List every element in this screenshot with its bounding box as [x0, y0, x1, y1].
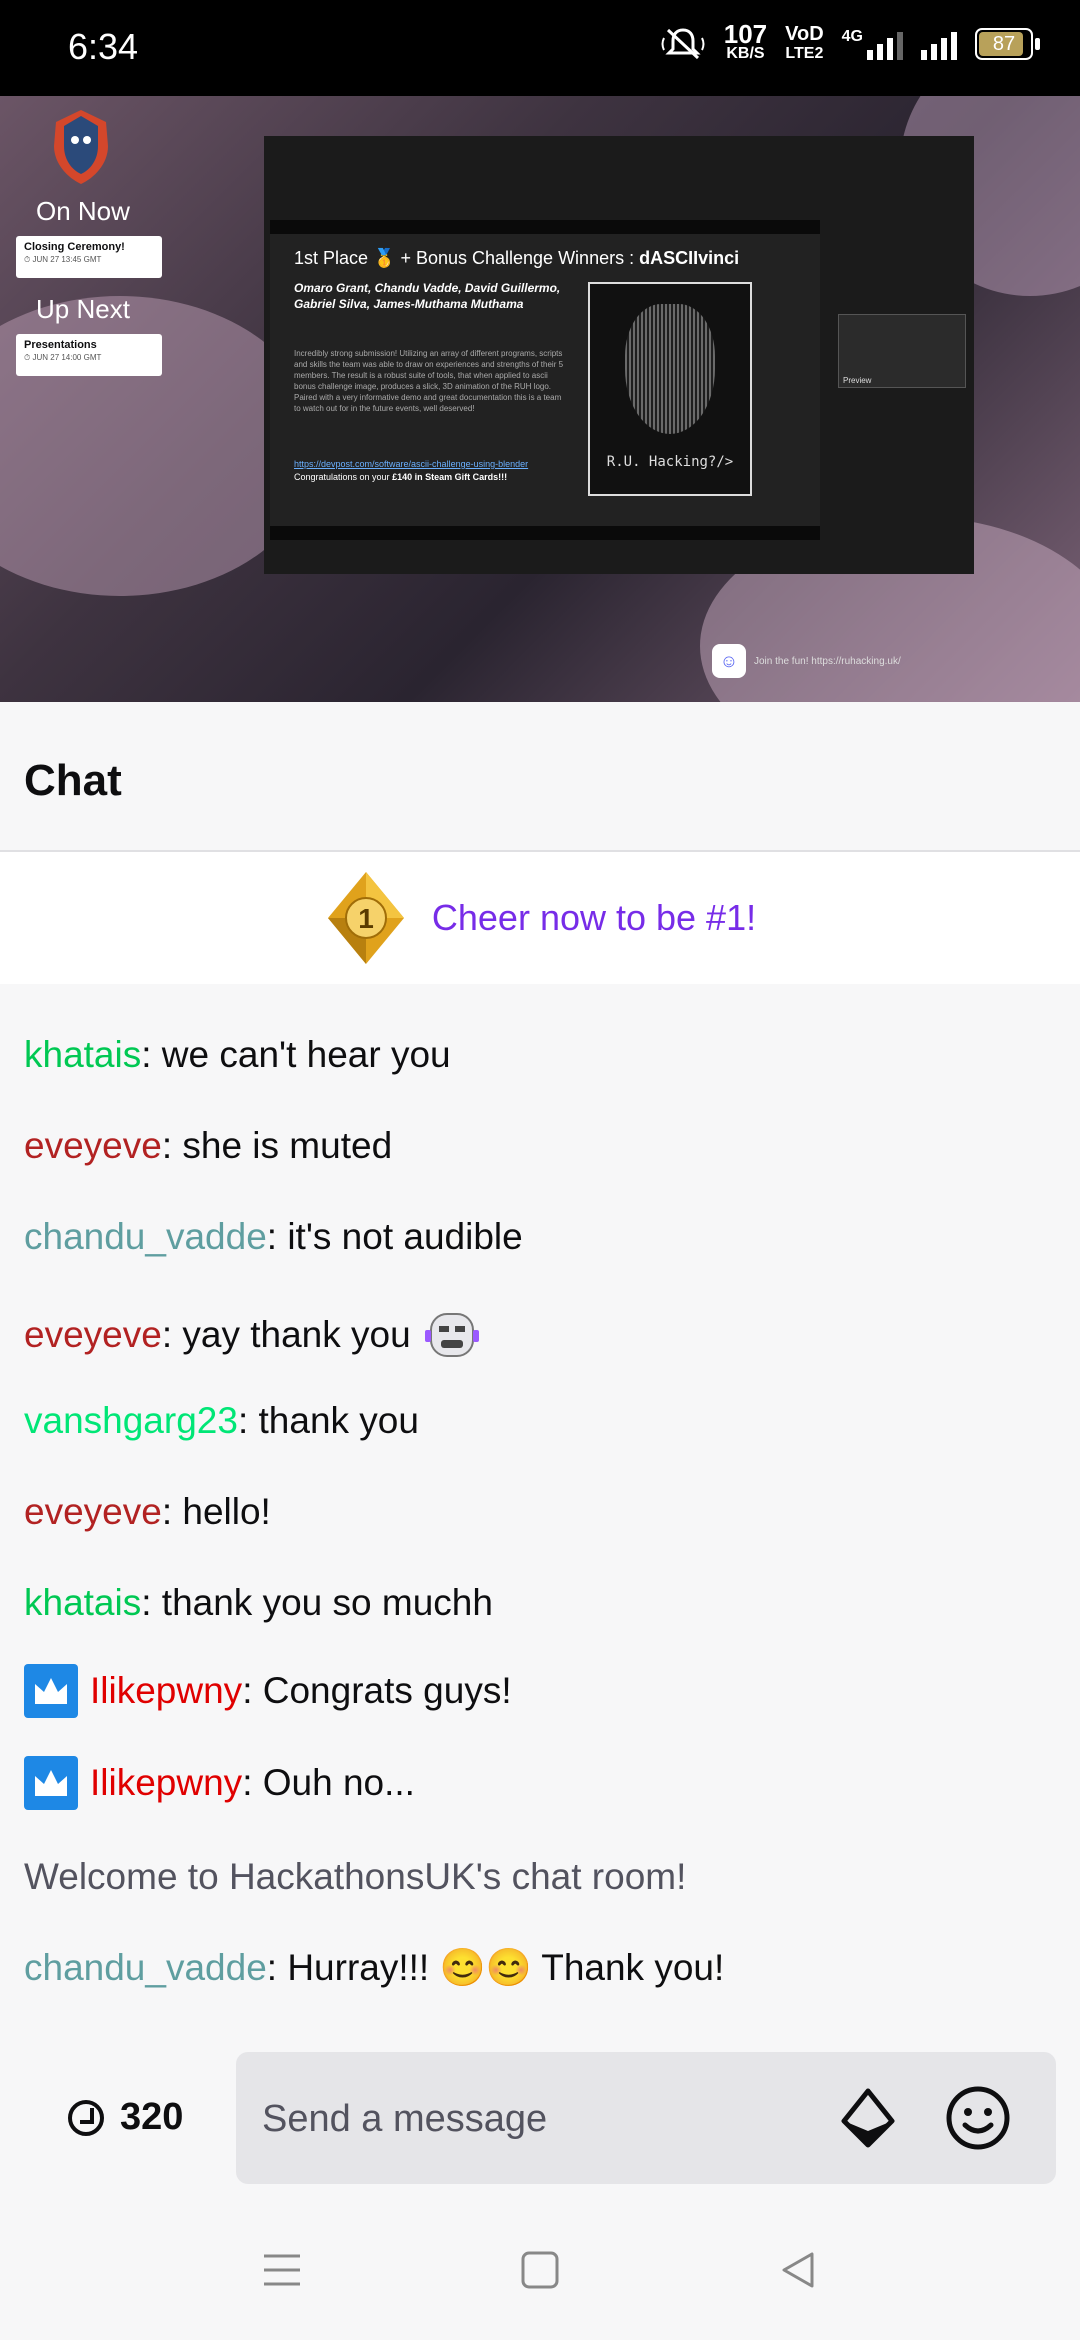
chat-message: chandu_vadde: it's not audible [24, 1214, 523, 1260]
signal-icon-sim2 [921, 28, 957, 60]
message-input[interactable] [260, 2088, 824, 2150]
on-now-label: On Now [36, 196, 130, 226]
preview-thumbnail: Preview [838, 314, 966, 388]
chat-header: Chat [0, 702, 1080, 852]
net-speed: 107 KB/S [723, 19, 768, 62]
volte-indicator: VoD LTE2 [785, 23, 824, 62]
ascii-art-image: R.U. Hacking?/> [588, 282, 752, 496]
chat-username[interactable]: eveyeve [24, 1123, 162, 1169]
menu-icon [264, 2254, 300, 2286]
message-box [236, 2052, 1056, 2184]
up-next-card: Presentations ⏱ JUN 27 14:00 GMT [16, 334, 162, 376]
slide-title: 1st Place 🥇 + Bonus Challenge Winners : … [294, 248, 740, 268]
chat-message: chandu_vadde: Hurray!!! 😊😊 Thank you! [24, 1945, 724, 1991]
robot-emote-icon [424, 1313, 479, 1357]
chat-username[interactable]: eveyeve [24, 1312, 162, 1358]
video-player[interactable]: On Now Closing Ceremony! ⏱ JUN 27 13:45 … [0, 96, 1080, 702]
slide-link: https://devpost.com/software/ascii-chall… [294, 459, 529, 469]
chat-username[interactable]: vanshgarg23 [24, 1398, 238, 1444]
slide-body: Incredibly strong submission! Utilizing … [294, 349, 564, 413]
chat-message: eveyeve: hello! [24, 1489, 271, 1535]
battery-icon: 87 [975, 28, 1040, 60]
system-nav-bar [0, 2200, 1080, 2340]
ruhacking-logo [54, 110, 108, 184]
chat-message: eveyeve: yay thank you [24, 1306, 481, 1364]
crown-badge-icon[interactable] [24, 1664, 78, 1718]
chat-system-message: Welcome to HackathonsUK's chat room! [24, 1856, 687, 1897]
leaderboard-gem-icon: 1 [327, 872, 404, 964]
emote-smiley-icon [946, 2086, 1010, 2150]
discord-banner: ☺ Join the fun! https://ruhacking.uk/ [712, 644, 901, 678]
status-time: 6:34 [68, 26, 139, 67]
chat-message: Ilikepwny: Ouh no... [24, 1756, 415, 1810]
home-square-icon [521, 2251, 559, 2289]
chat-message: khatais: thank you so muchh [24, 1580, 493, 1626]
emote-picker-button[interactable] [942, 2082, 1014, 2154]
status-bar: 6:34 107 KB/S VoD LTE2 4G 87 [0, 0, 1080, 96]
chat-messages[interactable]: khatais: we can't hear you eveyeve: she … [0, 984, 1080, 2050]
crown-badge-icon[interactable] [24, 1756, 78, 1810]
bits-icon [841, 2088, 895, 2148]
chat-username[interactable]: Ilikepwny [90, 1760, 242, 1806]
slide-congrats: Congratulations on your £140 in Steam Gi… [294, 472, 508, 482]
bits-button[interactable] [836, 2086, 900, 2150]
chat-username[interactable]: chandu_vadde [24, 1945, 267, 1991]
back-button[interactable] [768, 2240, 828, 2300]
chat-username[interactable]: chandu_vadde [24, 1214, 267, 1260]
up-next-label: Up Next [36, 294, 130, 324]
home-button[interactable] [510, 2240, 570, 2300]
chat-message: khatais: we can't hear you [24, 1032, 451, 1078]
channel-points-count: 320 [120, 2096, 184, 2138]
cheer-banner[interactable]: 1 Cheer now to be #1! [0, 852, 1080, 984]
status-icons: 107 KB/S VoD LTE2 4G 87 [660, 19, 1040, 64]
discord-icon: ☺ [712, 644, 746, 678]
chat-message: Ilikepwny: Congrats guys! [24, 1664, 512, 1718]
chat-message: eveyeve: she is muted [24, 1123, 392, 1169]
svg-text:1: 1 [358, 903, 374, 934]
recents-button[interactable] [252, 2240, 312, 2300]
mute-icon [661, 28, 705, 60]
chat-username[interactable]: Ilikepwny [90, 1668, 242, 1714]
channel-points-button[interactable]: 320 [68, 2096, 183, 2139]
cheer-text: Cheer now to be #1! [431, 897, 757, 938]
chat-message: vanshgarg23: thank you [24, 1398, 419, 1444]
channel-points-icon [68, 2099, 104, 2136]
slide-team-names: Omaro Grant, Chandu Vadde, David Guiller… [294, 281, 561, 311]
chat-username[interactable]: eveyeve [24, 1489, 162, 1535]
chat-title: Chat [24, 756, 122, 805]
back-triangle-icon [782, 2252, 814, 2288]
chat-username[interactable]: khatais [24, 1032, 141, 1078]
signal-icon-sim1: 4G [842, 28, 903, 60]
chat-username[interactable]: khatais [24, 1580, 141, 1626]
on-now-card: Closing Ceremony! ⏱ JUN 27 13:45 GMT [16, 236, 162, 278]
